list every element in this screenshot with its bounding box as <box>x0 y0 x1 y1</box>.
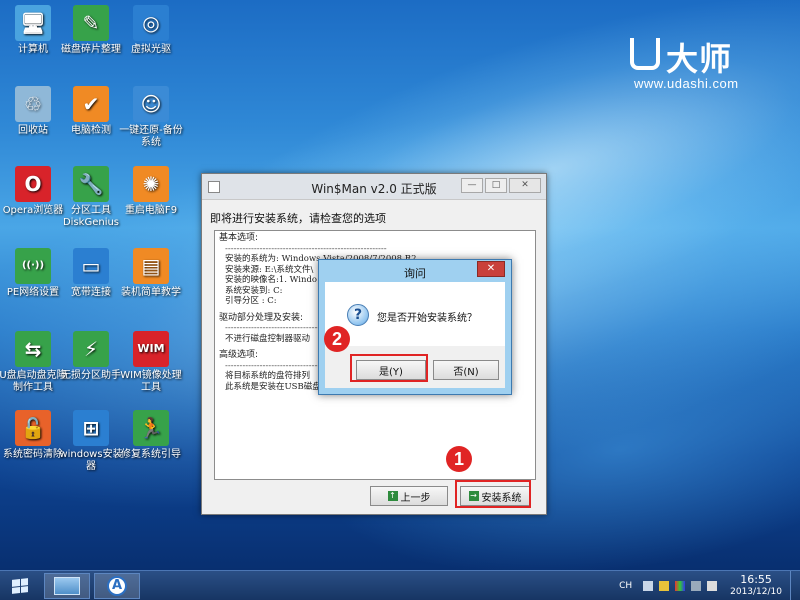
desktop-icon-label: 无损分区助手 <box>61 370 121 381</box>
volume-icon[interactable] <box>707 581 718 591</box>
book-icon: ▤ <box>133 248 169 284</box>
desktop-icon-label: 装机简单教学 <box>121 287 181 298</box>
arrow-up-icon: ↑ <box>387 491 398 501</box>
question-icon: ? <box>347 304 369 326</box>
windows-icon: ⊞ <box>73 410 109 446</box>
divider: ----------------------------------------… <box>225 243 387 253</box>
recycle-bin-icon: ♲ <box>15 86 51 122</box>
desktop-icon-label: 磁盘碎片整理 <box>61 44 121 55</box>
no-button[interactable]: 否(N) <box>433 360 499 380</box>
no-button-label: 否(N) <box>453 366 479 378</box>
desktop-icon-label: 宽带连接 <box>71 287 111 298</box>
highlight-yes-button <box>350 354 428 382</box>
runner-icon: 🏃 <box>133 410 169 446</box>
desktop-icon-label: 一键还原-备份系统 <box>119 125 183 148</box>
clock-time: 16:55 <box>740 573 772 586</box>
taskbar-item-winsman[interactable]: A <box>94 573 140 599</box>
u-logo-icon <box>630 38 660 70</box>
dialog-close-button[interactable]: ✕ <box>477 261 505 277</box>
desktop-icon[interactable]: ✺ 重启电脑F9 <box>117 166 185 217</box>
explorer-icon <box>54 577 80 595</box>
desktop-icon[interactable]: 🏃 修复系统引导 <box>117 410 185 461</box>
show-desktop-button[interactable] <box>790 571 800 600</box>
desktop-icon-label: windows安装器 <box>59 449 123 472</box>
desktop-icon-label: 虚拟光驱 <box>131 44 171 55</box>
dialog-message: 您是否开始安装系统？ <box>377 313 477 324</box>
window-titlebar[interactable]: Win$Man v2.0 正式版 — □ ✕ <box>202 174 546 200</box>
desktop-icon[interactable]: ◎ 虚拟光驱 <box>117 5 185 56</box>
winsman-app-icon: A <box>107 576 127 596</box>
system-tray: CH 16:55 2013/12/10 <box>619 571 800 600</box>
network-tray-icon[interactable] <box>691 581 702 591</box>
step-marker-1: 1 <box>446 446 472 472</box>
color-icon[interactable] <box>675 581 686 591</box>
back-button[interactable]: ↑ 上一步 <box>370 486 448 506</box>
desktop-icon[interactable]: WIM WIM镜像处理工具 <box>117 331 185 394</box>
maximize-button[interactable]: □ <box>485 178 507 193</box>
computer-icon: 🖥 <box>15 5 51 41</box>
taskbar-item-explorer[interactable] <box>44 573 90 599</box>
tray-app-icon[interactable] <box>659 581 670 591</box>
udashi-logo: 大师 www.udashi.com <box>630 34 780 94</box>
dialog-titlebar[interactable]: 询问 ✕ <box>319 260 511 282</box>
clock-date: 2013/12/10 <box>730 587 782 597</box>
windows-logo-icon <box>12 578 28 594</box>
clock[interactable]: 16:55 2013/12/10 <box>730 574 782 598</box>
logo-brand: 大师 <box>666 40 733 78</box>
desktop-icon[interactable]: ☺ 一键还原-备份系统 <box>117 86 185 149</box>
usb-icon: ⇆ <box>15 331 51 367</box>
logo-url: www.udashi.com <box>634 76 739 91</box>
opera-icon: O <box>15 166 51 202</box>
disc-icon: ◎ <box>133 5 169 41</box>
desktop-icon[interactable]: ✔ 电脑检测 <box>57 86 125 137</box>
install-prompt: 即将进行安装系统，请检查您的选项 <box>210 212 386 225</box>
back-button-label: 上一步 <box>400 492 431 504</box>
desktop-icon-label: 分区工具DiskGenius <box>62 205 120 228</box>
start-button[interactable] <box>0 573 40 599</box>
desktop-icon-label: 电脑检测 <box>71 125 111 136</box>
desktop-icon[interactable]: 🔧 分区工具DiskGenius <box>57 166 125 229</box>
desktop-icon[interactable]: ▤ 装机简单教学 <box>117 248 185 299</box>
step-marker-2: 2 <box>324 326 350 352</box>
highlight-install-button <box>455 480 531 508</box>
section-basic-heading: 基本选项: <box>219 233 259 243</box>
wim-icon: WIM <box>133 331 169 367</box>
keyboard-icon[interactable] <box>643 581 654 591</box>
desktop-icon[interactable]: ⊞ windows安装器 <box>57 410 125 473</box>
close-button[interactable]: ✕ <box>509 178 541 193</box>
desktop-icon[interactable]: ⚡ 无损分区助手 <box>57 331 125 382</box>
partition-icon: ⚡ <box>73 331 109 367</box>
desktop-icon[interactable]: ✎ 磁盘碎片整理 <box>57 5 125 56</box>
wrench-icon: 🔧 <box>73 166 109 202</box>
minimize-button[interactable]: — <box>461 178 483 193</box>
desktop-icon-label: 修复系统引导 <box>121 449 181 460</box>
desktop-icon-label: 重启电脑F9 <box>124 205 178 216</box>
broom-icon: ✎ <box>73 5 109 41</box>
wifi-icon: ((·)) <box>15 248 51 284</box>
input-language[interactable]: CH <box>619 581 632 591</box>
ghost-icon: ☺ <box>133 86 169 122</box>
taskbar: A CH 16:55 2013/12/10 <box>0 570 800 600</box>
desktop-icon-label: WIM镜像处理工具 <box>120 370 182 393</box>
unlock-icon: 🔓 <box>15 410 51 446</box>
network-icon: ▭ <box>73 248 109 284</box>
restart-icon: ✺ <box>133 166 169 202</box>
desktop-icon[interactable]: ▭ 宽带连接 <box>57 248 125 299</box>
shield-check-icon: ✔ <box>73 86 109 122</box>
